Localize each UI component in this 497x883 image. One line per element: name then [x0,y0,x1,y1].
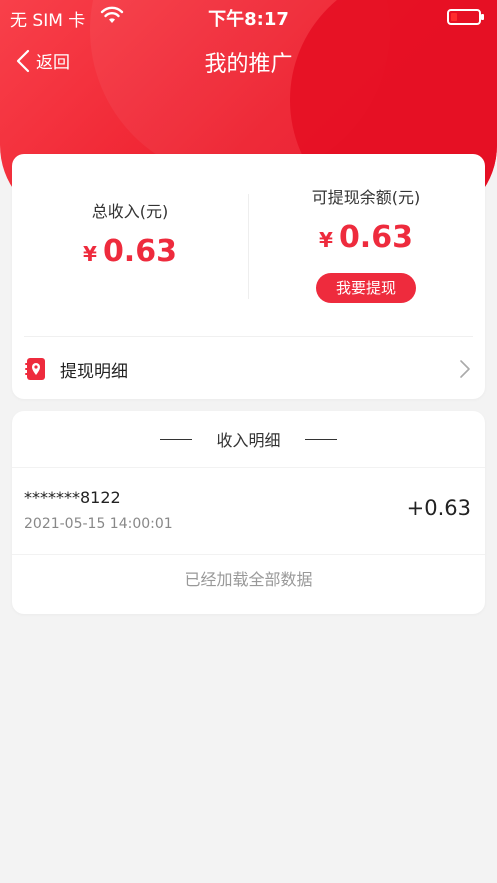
list-end-text: 已经加载全部数据 [184,570,313,589]
divider [12,554,485,555]
total-income-section: 总收入(元) ¥0.63 [12,154,248,334]
record-account: *******8122 [24,488,121,507]
income-detail-title: 收入明细 [216,431,281,450]
withdraw-button[interactable]: 我要提现 [316,273,416,303]
record-datetime: 2021-05-15 14:00:01 [24,516,173,532]
withdrawable-amount: ¥0.63 [248,220,484,255]
header-line [160,438,193,440]
total-income-amount: ¥0.63 [12,234,248,269]
withdrawable-label: 可提现余额(元) [311,188,421,207]
income-detail-card: 收入明细 *******8122 2021-05-15 14:00:01 +0.… [12,411,485,614]
total-income-label: 总收入(元) [91,202,169,221]
withdraw-detail-link[interactable]: 提现明细 [12,344,485,394]
status-bar: 无 SIM 卡 下午8:17 [0,0,497,34]
nav-bar: 返回 我的推广 [0,40,497,84]
battery-icon [447,9,484,25]
withdraw-detail-label: 提现明细 [60,361,128,382]
income-record-row: *******8122 2021-05-15 14:00:01 +0.63 [12,468,485,554]
battery-level [451,13,457,21]
chevron-right-icon [460,360,470,378]
horizontal-divider [24,336,473,337]
earnings-summary-card: 总收入(元) ¥0.63 可提现余额(元) ¥0.63 我要提现 提现明细 [12,154,485,399]
header-line [304,438,337,440]
record-amount: +0.63 [406,496,471,520]
currency-symbol: ¥ [83,242,97,266]
income-detail-header: 收入明细 [12,411,485,467]
currency-symbol: ¥ [319,228,333,252]
withdrawable-section: 可提现余额(元) ¥0.63 我要提现 [248,154,484,334]
total-income-value: 0.63 [102,234,177,269]
page-title: 我的推广 [204,52,293,77]
withdrawable-value: 0.63 [338,220,413,255]
status-time: 下午8:17 [208,9,289,30]
withdraw-detail-icon [25,358,45,380]
